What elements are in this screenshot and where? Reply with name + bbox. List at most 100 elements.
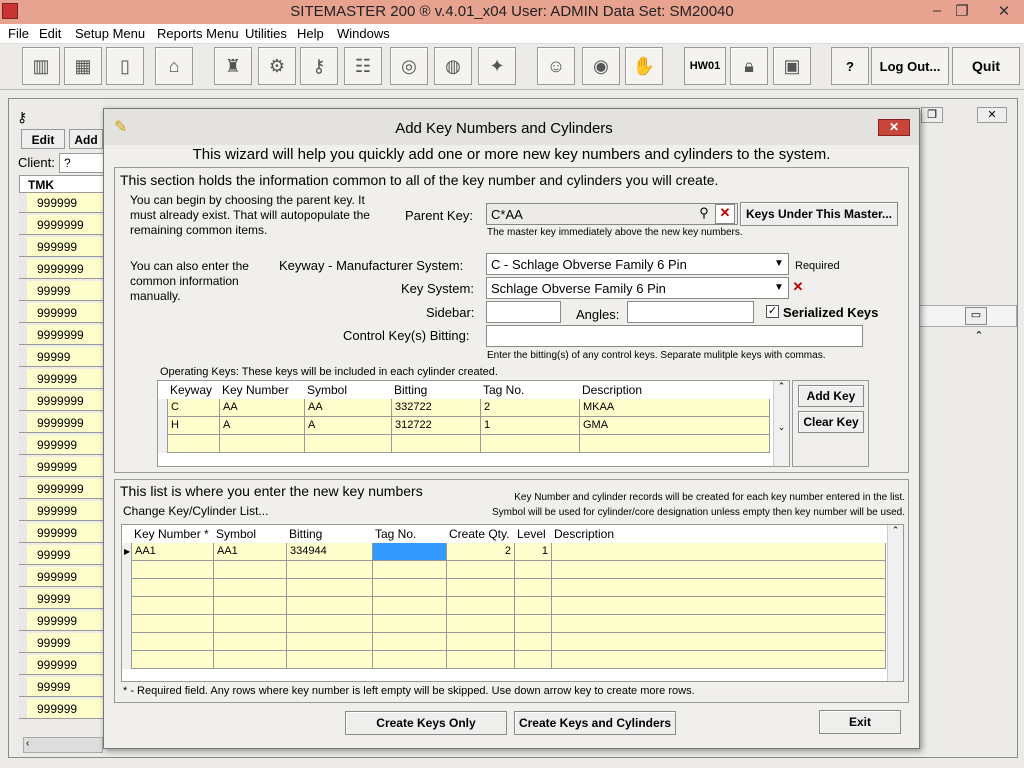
row-selector[interactable]	[19, 237, 27, 257]
tmk-row[interactable]: 999999	[19, 193, 113, 213]
grid-cell[interactable]	[214, 615, 287, 633]
grid-cell[interactable]	[515, 615, 552, 633]
grid-cell[interactable]: AA1	[214, 543, 287, 561]
grid-cell[interactable]	[373, 651, 447, 669]
tmk-row[interactable]: 999999	[19, 611, 113, 631]
tmk-row[interactable]: 99999	[19, 677, 113, 697]
angles-field[interactable]	[627, 301, 754, 323]
row-selector[interactable]	[19, 501, 27, 521]
grid-cell[interactable]	[305, 435, 392, 453]
grid-cell[interactable]	[373, 615, 447, 633]
tmk-row[interactable]: 999999	[19, 501, 113, 521]
column-header[interactable]: Tag No.	[373, 525, 447, 543]
grid-cell[interactable]	[481, 435, 580, 453]
tmk-row[interactable]: 999999	[19, 303, 113, 323]
grid-cell[interactable]	[515, 633, 552, 651]
grid-cell[interactable]: 2	[481, 399, 580, 417]
key-icon[interactable]: ⚷	[300, 47, 338, 85]
person-icon[interactable]: ☺	[537, 47, 575, 85]
menu-setup[interactable]: Setup Menu	[75, 26, 145, 41]
grid-cell[interactable]	[552, 579, 886, 597]
bg-add-button[interactable]: Add	[69, 129, 103, 149]
grid-cell[interactable]: AA1	[132, 543, 214, 561]
column-header[interactable]: Tag No.	[481, 381, 580, 399]
menu-help[interactable]: Help	[297, 26, 324, 41]
create-keys-only-button[interactable]: Create Keys Only	[345, 711, 507, 735]
grid-cell[interactable]	[132, 615, 214, 633]
column-header[interactable]: Bitting	[392, 381, 481, 399]
column-header[interactable]: Description	[552, 525, 886, 543]
grid-cell[interactable]	[580, 435, 770, 453]
serialized-checkbox[interactable]: ✓	[766, 305, 779, 318]
grid-cell[interactable]	[287, 615, 373, 633]
row-selector[interactable]	[19, 369, 27, 389]
row-selector[interactable]	[19, 655, 27, 675]
create-keys-cylinders-button[interactable]: Create Keys and Cylinders	[514, 711, 676, 735]
bg-edit-button[interactable]: Edit	[21, 129, 65, 149]
column-header[interactable]: Symbol	[305, 381, 392, 399]
grid-cell[interactable]	[214, 561, 287, 579]
dialog-close-button[interactable]: ✕	[878, 119, 910, 136]
tmk-row[interactable]: 9999999	[19, 215, 113, 235]
help-button[interactable]: ?	[831, 47, 869, 85]
tmk-row[interactable]: 999999	[19, 457, 113, 477]
control-bitting-field[interactable]	[486, 325, 863, 347]
grid-cell[interactable]	[552, 597, 886, 615]
column-header[interactable]: Key Number	[220, 381, 305, 399]
grid-cell[interactable]	[447, 615, 515, 633]
grid-cell[interactable]	[552, 543, 886, 561]
row-selector[interactable]	[19, 325, 27, 345]
bg-hscroll[interactable]: ‹	[23, 737, 103, 753]
row-selector[interactable]	[19, 567, 27, 587]
grid-cell[interactable]	[447, 597, 515, 615]
grid-cell[interactable]	[132, 561, 214, 579]
column-header[interactable]: Bitting	[287, 525, 373, 543]
grid-cell[interactable]	[515, 561, 552, 579]
grid-cell[interactable]	[214, 597, 287, 615]
grid-cell[interactable]	[515, 579, 552, 597]
row-selector[interactable]	[19, 589, 27, 609]
column-header[interactable]: Create Qty.	[447, 525, 515, 543]
grid-cell[interactable]	[287, 597, 373, 615]
tmk-row[interactable]: 999999	[19, 567, 113, 587]
row-selector[interactable]	[19, 193, 27, 213]
grid-cell[interactable]	[515, 651, 552, 669]
grid-cell[interactable]: 312722	[392, 417, 481, 435]
grid-cell[interactable]	[132, 597, 214, 615]
row-selector-column[interactable]	[122, 543, 132, 669]
grid-cell[interactable]	[552, 633, 886, 651]
tmk-row[interactable]: 999999	[19, 237, 113, 257]
row-selector[interactable]	[19, 479, 27, 499]
row-selector[interactable]	[19, 303, 27, 323]
grid-cell[interactable]: A	[220, 417, 305, 435]
group-icon[interactable]: ◉	[582, 47, 620, 85]
row-selector[interactable]	[19, 457, 27, 477]
grid-cell[interactable]	[552, 651, 886, 669]
floorplan-icon[interactable]: ▦	[64, 47, 102, 85]
row-selector[interactable]	[19, 259, 27, 279]
client-field[interactable]: ?	[59, 153, 105, 173]
grid-cell[interactable]: MKAA	[580, 399, 770, 417]
row-selector[interactable]	[19, 545, 27, 565]
building-icon[interactable]: ▥	[22, 47, 60, 85]
row-selector[interactable]	[19, 523, 27, 543]
column-header[interactable]: Symbol	[214, 525, 287, 543]
hierarchy-icon[interactable]: ☷	[344, 47, 382, 85]
grid-cell[interactable]: AA	[305, 399, 392, 417]
grid-cell[interactable]	[132, 633, 214, 651]
tmk-row[interactable]: 9999999	[19, 391, 113, 411]
tmk-header[interactable]: TMK	[19, 175, 105, 193]
grid-cell[interactable]: 334944	[287, 543, 373, 561]
grid-cell[interactable]	[287, 579, 373, 597]
tmk-row[interactable]: 99999	[19, 281, 113, 301]
row-selector[interactable]	[19, 699, 27, 719]
row-selector[interactable]	[19, 215, 27, 235]
menu-windows[interactable]: Windows	[337, 26, 390, 41]
tmk-row[interactable]: 99999	[19, 633, 113, 653]
grid-cell[interactable]	[552, 561, 886, 579]
grid-cell[interactable]	[132, 579, 214, 597]
close-button[interactable]: ✕	[990, 2, 1018, 20]
column-header[interactable]: Keyway	[168, 381, 220, 399]
exit-button[interactable]: Exit	[819, 710, 901, 734]
op-vscroll[interactable]: ⌃ ⌄	[773, 381, 789, 466]
